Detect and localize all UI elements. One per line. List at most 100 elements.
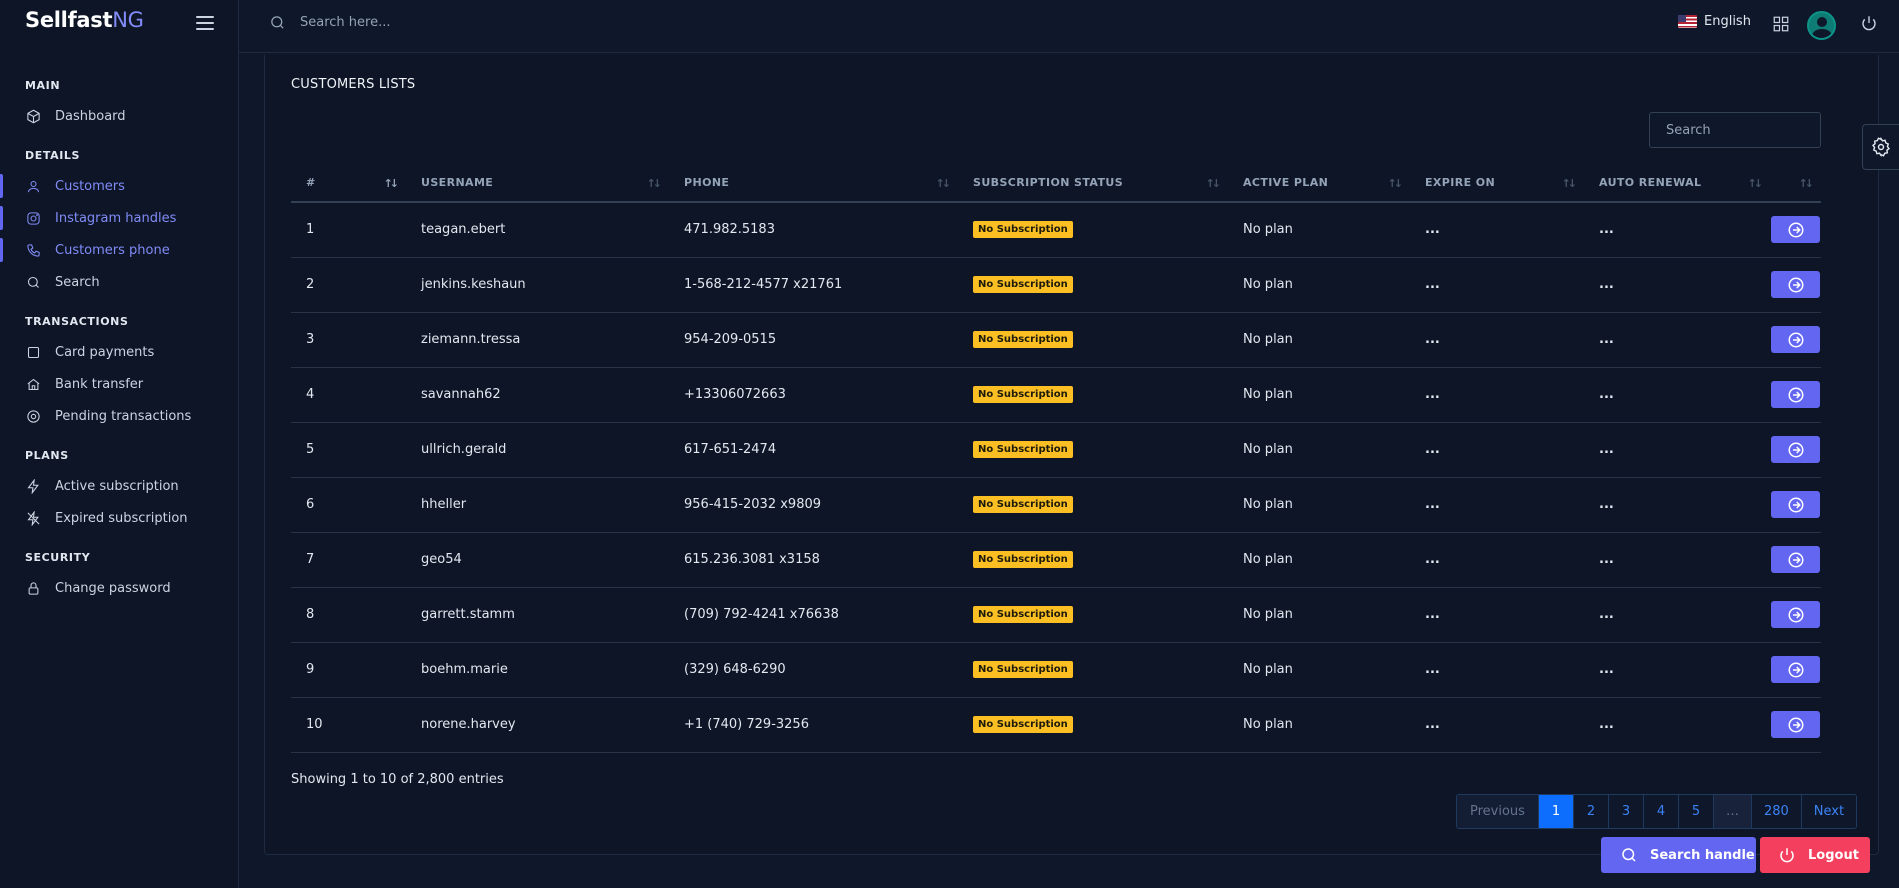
cell-expire-on: ... [1410, 642, 1584, 698]
sidebar-item-customers-phone[interactable]: Customers phone [0, 234, 239, 266]
column-header-active-plan[interactable]: ACTIVE PLAN ↑↓ [1228, 164, 1410, 203]
power-icon[interactable] [1860, 14, 1878, 36]
lock-icon [25, 580, 41, 596]
language-selector[interactable]: English [1678, 14, 1751, 29]
column-header-expire-on[interactable]: EXPIRE ON ↑↓ [1410, 164, 1584, 203]
column-header-label: SUBSCRIPTION STATUS [973, 176, 1124, 189]
sidebar-item-bank-transfer[interactable]: Bank transfer [0, 368, 239, 400]
cell-phone: +13306072663 [669, 367, 958, 423]
cell-active-plan: No plan [1228, 697, 1410, 753]
arrow-right-circle-icon [1788, 442, 1803, 457]
cell-phone: (709) 792-4241 x76638 [669, 587, 958, 643]
view-customer-button[interactable] [1771, 711, 1820, 738]
cell-auto-renewal: ... [1584, 202, 1770, 258]
page-button-3[interactable]: 3 [1608, 795, 1644, 828]
view-customer-button[interactable] [1771, 381, 1820, 408]
bolt-off-icon [25, 510, 41, 526]
sidebar-item-dashboard[interactable]: Dashboard [0, 100, 239, 132]
cell-expire-on: ... [1410, 202, 1584, 258]
search-handle-button[interactable]: Search handle [1601, 837, 1756, 873]
sidebar-item-label: Search [55, 274, 100, 290]
menu-toggle-icon[interactable] [196, 16, 214, 30]
column-header-username[interactable]: USERNAME ↑↓ [406, 164, 669, 203]
cell-username: boehm.marie [406, 642, 669, 698]
status-badge: No Subscription [973, 386, 1073, 403]
view-customer-button[interactable] [1771, 491, 1820, 518]
page-button-5[interactable]: 5 [1678, 795, 1714, 828]
sidebar-item-pending-transactions[interactable]: Pending transactions [0, 400, 239, 432]
cell-auto-renewal: ... [1584, 697, 1770, 753]
pagination-next[interactable]: Next [1801, 795, 1857, 828]
arrow-right-circle-icon [1788, 387, 1803, 402]
page-button-2[interactable]: 2 [1573, 795, 1609, 828]
table-search-input[interactable] [1649, 112, 1821, 148]
view-customer-button[interactable] [1771, 656, 1820, 683]
view-customer-button[interactable] [1771, 216, 1820, 244]
cell-username: norene.harvey [406, 697, 669, 753]
status-badge: No Subscription [973, 496, 1073, 513]
cell-username: savannah62 [406, 367, 669, 423]
status-badge: No Subscription [973, 331, 1073, 348]
cell-username: jenkins.keshaun [406, 257, 669, 313]
sidebar-item-label: Pending transactions [55, 408, 192, 424]
cell-expire-on: ... [1410, 422, 1584, 478]
nav-section-main: MAIN [25, 79, 61, 92]
apps-grid-icon[interactable] [1772, 15, 1790, 37]
sort-icon: ↑↓ [1747, 177, 1764, 190]
view-customer-button[interactable] [1771, 326, 1820, 353]
cell-auto-renewal: ... [1584, 312, 1770, 368]
sidebar-item-instagram-handles[interactable]: Instagram handles [0, 202, 239, 234]
view-customer-button[interactable] [1771, 436, 1820, 463]
cell-active-plan: No plan [1228, 642, 1410, 698]
cell-username: garrett.stamm [406, 587, 669, 643]
table-row: 5 ullrich.gerald 617-651-2474 No Subscripti… [291, 422, 1821, 478]
view-customer-button[interactable] [1771, 271, 1820, 298]
status-badge: No Subscription [973, 276, 1073, 293]
column-header-actions[interactable]: ↑↓ [1770, 164, 1821, 203]
cell-number: 7 [291, 532, 406, 588]
column-header-subscription-status[interactable]: SUBSCRIPTION STATUS ↑↓ [958, 164, 1228, 203]
column-header-auto-renewal[interactable]: AUTO RENEWAL ↑↓ [1584, 164, 1770, 203]
column-header-label: AUTO RENEWAL [1599, 176, 1702, 189]
search-icon [1622, 848, 1636, 862]
sidebar-item-active-subscription[interactable]: Active subscription [0, 470, 239, 502]
global-search-input[interactable] [300, 15, 600, 30]
cell-action [1770, 367, 1821, 423]
status-badge: No Subscription [973, 441, 1073, 458]
cell-auto-renewal: ... [1584, 367, 1770, 423]
bolt-icon [25, 478, 41, 494]
brand-logo[interactable]: SellfastNG [25, 8, 144, 38]
sort-icon: ↑↓ [1561, 177, 1578, 190]
arrow-right-circle-icon [1788, 222, 1803, 238]
sidebar-item-expired-subscription[interactable]: Expired subscription [0, 502, 239, 534]
avatar[interactable] [1807, 11, 1836, 40]
cell-action [1770, 257, 1821, 313]
sidebar-item-customers[interactable]: Customers [0, 170, 239, 202]
sidebar-item-label: Dashboard [55, 108, 126, 124]
pagination-previous[interactable]: Previous [1457, 795, 1539, 828]
cell-action [1770, 587, 1821, 643]
cell-action [1770, 312, 1821, 368]
instagram-icon [25, 210, 41, 226]
view-customer-button[interactable] [1771, 546, 1820, 573]
settings-gear-icon[interactable] [1862, 124, 1899, 170]
customers-table: # ↑↓ USERNAME ↑↓ PHONE ↑↓ SUBSCRIPTION STATUS ↑… [291, 164, 1821, 753]
status-badge: No Subscription [973, 221, 1073, 239]
sidebar-item-card-payments[interactable]: Card payments [0, 336, 239, 368]
table-row: 10 norene.harvey +1 (740) 729-3256 No Subsc… [291, 697, 1821, 753]
column-header-label: PHONE [684, 176, 730, 189]
cell-expire-on: ... [1410, 532, 1584, 588]
column-header-number[interactable]: # ↑↓ [291, 164, 406, 203]
column-header-phone[interactable]: PHONE ↑↓ [669, 164, 958, 203]
cell-number: 10 [291, 697, 406, 753]
page-button-4[interactable]: 4 [1643, 795, 1679, 828]
cell-number: 8 [291, 587, 406, 643]
logout-button[interactable]: Logout [1760, 837, 1870, 873]
page-button-280[interactable]: 280 [1751, 795, 1802, 828]
sidebar-item-change-password[interactable]: Change password [0, 572, 239, 604]
sidebar-item-search[interactable]: Search [0, 266, 239, 298]
sidebar-item-label: Expired subscription [55, 510, 188, 526]
view-customer-button[interactable] [1771, 601, 1820, 628]
table-row: 8 garrett.stamm (709) 792-4241 x76638 No Su… [291, 587, 1821, 643]
page-button-1[interactable]: 1 [1538, 795, 1574, 828]
